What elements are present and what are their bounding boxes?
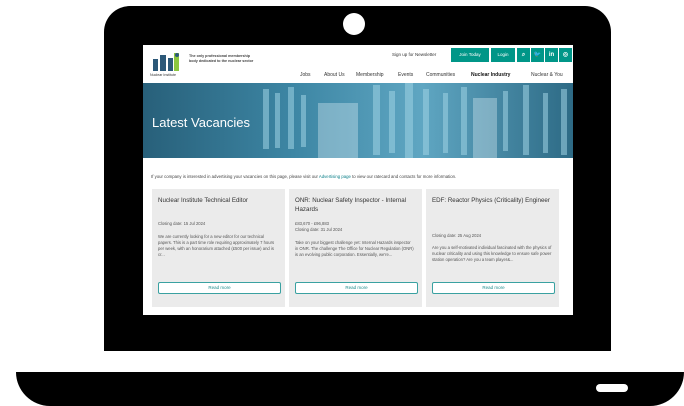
newsletter-link[interactable]: Sign up for Newsletter (392, 48, 436, 62)
vacancy-closing-date: Closing date: 15 Jul 2024 (158, 221, 206, 226)
login-button[interactable]: Login (491, 48, 515, 62)
nav-jobs[interactable]: Jobs (300, 72, 311, 78)
nuclear-institute-logo[interactable] (151, 52, 181, 72)
vacancy-title[interactable]: Nuclear Institute Technical Editor (158, 197, 276, 206)
laptop-indicator-light (596, 384, 628, 392)
nav-communities[interactable]: Communities (426, 72, 455, 78)
read-more-button[interactable]: Read more (158, 282, 281, 294)
webcam-icon (343, 13, 365, 35)
read-more-button[interactable]: Read more (295, 282, 418, 294)
vacancy-closing-date: Closing date: 31 Jul 2024 (295, 227, 343, 232)
vacancy-closing-date: Closing date: 25 Aug 2024 (432, 233, 482, 238)
nav-nuclear-and-you[interactable]: Nuclear & You (531, 72, 563, 78)
linkedin-icon[interactable]: in (545, 48, 558, 62)
vacancy-title[interactable]: EDF: Reactor Physics (Criticality) Engin… (432, 197, 550, 206)
intro-text: If your company is interested in adverti… (151, 174, 571, 179)
vacancy-summary: Are you a self-motivated individual fasc… (432, 245, 552, 262)
vacancy-card: Nuclear Institute Technical Editor Closi… (152, 189, 285, 307)
read-more-button[interactable]: Read more (432, 282, 555, 294)
tagline: The only professional membership body de… (189, 54, 254, 63)
instagram-icon[interactable]: ◎ (559, 48, 572, 62)
page-title: Latest Vacancies (152, 115, 251, 130)
nav-membership[interactable]: Membership (356, 72, 384, 78)
logo-caption: Nuclear Institute (150, 73, 176, 77)
vacancy-summary: Take on your biggest challenge yet: Inte… (295, 240, 414, 257)
nav-events[interactable]: Events (398, 72, 413, 78)
join-today-button[interactable]: Join Today (451, 48, 489, 62)
twitter-icon[interactable]: 🐦 (531, 48, 544, 62)
browser-screen: Nuclear Institute The only professional … (143, 45, 573, 315)
vacancy-title[interactable]: ONR: Nuclear Safety Inspector - Internal… (295, 197, 413, 214)
intro-text-before: If your company is interested in adverti… (151, 174, 319, 179)
vacancy-summary: We are currently looking for a new edito… (158, 234, 275, 257)
nav-nuclear-industry[interactable]: Nuclear Industry (471, 72, 510, 78)
intro-text-after: to view our ratecard and contacts for mo… (350, 174, 457, 179)
search-icon[interactable]: ⌕ (517, 48, 530, 62)
advertising-page-link[interactable]: Advertising page (319, 174, 351, 179)
vacancy-card: ONR: Nuclear Safety Inspector - Internal… (289, 189, 422, 307)
laptop-base (16, 372, 684, 406)
nav-about-us[interactable]: About Us (324, 72, 345, 78)
vacancy-card: EDF: Reactor Physics (Criticality) Engin… (426, 189, 559, 307)
hero-banner: Latest Vacancies (143, 83, 573, 158)
